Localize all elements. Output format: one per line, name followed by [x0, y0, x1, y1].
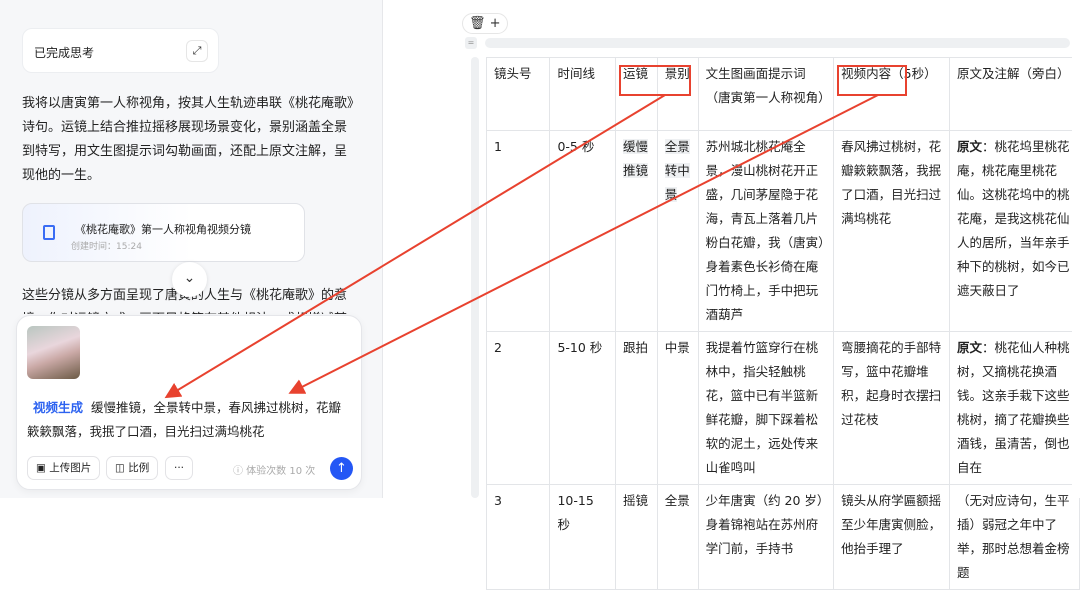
orig-label: 原文	[957, 139, 983, 154]
cell-original: 原文：桃花坞里桃花庵，桃花庵里桃花仙。这桃花坞中的桃花庵，是我这桃花仙人的居所，…	[949, 130, 1080, 332]
uploaded-image-thumbnail[interactable]	[27, 326, 80, 379]
table-header-row: 镜头号 时间线 运镜 景别 文生图画面提示词（唐寅第一人称视角） 视频内容（5秒…	[485, 57, 1080, 131]
cell-time: 10-15 秒	[549, 484, 616, 590]
cell-video: 弯腰摘花的手部特写，篮中花瓣堆积，起身时衣摆扫过花枝	[833, 331, 950, 485]
cell-no: 2	[485, 331, 551, 485]
upload-image-button[interactable]: ▣ 上传图片	[27, 456, 101, 480]
cell-camera: 缓慢推镜	[615, 130, 658, 332]
header-cell: 镜头号	[485, 57, 551, 131]
upload-label: 上传图片	[49, 462, 92, 474]
intro-text: 我将以唐寅第一人称视角，按其人生轨迹串联《桃花庵歌》诗句。运镜上结合推拉摇移展现…	[22, 96, 354, 183]
horizontal-scrollbar[interactable]	[485, 38, 1070, 48]
cell-camera: 摇镜	[615, 484, 658, 590]
cell-video: 镜头从府学匾额摇至少年唐寅侧脸，他抬手理了	[833, 484, 950, 590]
cell-video: 春风拂过桃树，花瓣簌簌飘落，我抿了口酒，目光扫过满坞桃花	[833, 130, 950, 332]
table-row: 1 0-5 秒 缓慢推镜 全景转中景 苏州城北桃花庵全景，漫山桃树花开正盛，几间…	[485, 130, 1080, 332]
thinking-label: 已完成思考	[34, 46, 95, 60]
header-cell: 时间线	[549, 57, 616, 131]
table-clip	[1072, 57, 1080, 498]
file-created: 创建时间：15:24	[71, 242, 142, 252]
cell-time: 0-5 秒	[549, 130, 616, 332]
cell-no: 3	[485, 484, 551, 590]
ratio-icon: ◫	[115, 462, 129, 474]
header-cell: 运镜	[615, 57, 658, 131]
orig-text: （无对应诗句，生平插）弱冠之年中了举，那时总想着金榜题	[957, 493, 1070, 580]
orig-label: 原文	[957, 340, 983, 355]
quota-text: ⓘ 体验次数 10 次	[233, 466, 316, 477]
orig-text: ：桃花仙人种桃树，又摘桃花换酒钱。这亲手栽下这些桃树，摘了花瓣换些酒钱，虽清苦，…	[957, 340, 1070, 475]
chevron-down-icon: ⌄	[183, 270, 196, 286]
camera-text: 缓慢推镜	[623, 139, 649, 178]
arrow-up-icon: ↑	[336, 461, 347, 476]
cell-shot: 中景	[656, 331, 699, 485]
file-card[interactable]: 《桃花庵歌》第一人称视角视频分镜 创建时间：15:24	[22, 203, 305, 262]
prompt-input[interactable]: 视频生成 缓慢推镜，全景转中景，春风拂过桃树，花瓣簌簌飘落，我抿了口酒，目光扫过满…	[27, 396, 352, 444]
cell-original: 原文：桃花仙人种桃树，又摘桃花换酒钱。这亲手栽下这些桃树，摘了花瓣换些酒钱，虽清…	[949, 331, 1080, 485]
plus-icon[interactable]: +	[490, 16, 501, 31]
prompt-input-box[interactable]: 视频生成 缓慢推镜，全景转中景，春风拂过桃树，花瓣簌簌飘落，我抿了口酒，目光扫过满…	[16, 315, 362, 490]
storyboard-table: 镜头号 时间线 运镜 景别 文生图画面提示词（唐寅第一人称视角） 视频内容（5秒…	[485, 57, 1080, 590]
chat-panel: 已完成思考 ⤢ 我将以唐寅第一人称视角，按其人生轨迹串联《桃花庵歌》诗句。运镜上…	[0, 0, 383, 498]
shot-text: 全景转中景	[664, 139, 690, 202]
header-cell: 视频内容（5秒）	[833, 57, 950, 131]
more-button[interactable]: ···	[165, 456, 194, 480]
header-cell: 原文及注解（旁白）	[949, 57, 1080, 131]
header-cell: 景别	[656, 57, 699, 131]
header-cell: 文生图画面提示词（唐寅第一人称视角）	[697, 57, 835, 131]
orig-text: ：桃花坞里桃花庵，桃花庵里桃花仙。这桃花坞中的桃花庵，是我这桃花仙人的居所，当年…	[957, 139, 1070, 298]
table-toolbar: 🗑 +	[462, 13, 508, 34]
image-icon: ▣	[36, 462, 50, 474]
cell-camera: 跟拍	[615, 331, 658, 485]
file-title: 《桃花庵歌》第一人称视角视频分镜	[75, 223, 251, 236]
cell-shot: 全景转中景	[656, 130, 699, 332]
expand-icon[interactable]: ⤢	[186, 40, 208, 62]
table-row: 2 5-10 秒 跟拍 中景 我提着竹篮穿行在桃林中，指尖轻触桃花，篮中已有半篮…	[485, 331, 1080, 485]
scroll-down-button[interactable]: ⌄	[172, 262, 207, 297]
cell-prompt: 我提着竹篮穿行在桃林中，指尖轻触桃花，篮中已有半篮新鲜花瓣，脚下踩着松软的泥土，…	[697, 331, 835, 485]
ratio-button[interactable]: ◫ 比例	[106, 456, 159, 480]
vertical-scrollbar[interactable]	[471, 57, 479, 498]
cell-no: 1	[485, 130, 551, 332]
trash-icon[interactable]: 🗑	[469, 16, 486, 31]
cell-shot: 全景	[656, 484, 699, 590]
document-icon	[43, 225, 55, 240]
send-button[interactable]: ↑	[330, 457, 353, 480]
video-generation-tag[interactable]: 视频生成	[33, 400, 83, 415]
drag-handle[interactable]: =	[465, 37, 477, 49]
cell-prompt: 少年唐寅（约 20 岁）身着锦袍站在苏州府学门前，手持书	[697, 484, 835, 590]
cell-original: （无对应诗句，生平插）弱冠之年中了举，那时总想着金榜题	[949, 484, 1080, 590]
table-row: 3 10-15 秒 摇镜 全景 少年唐寅（约 20 岁）身着锦袍站在苏州府学门前…	[485, 484, 1080, 590]
ratio-label: 比例	[128, 462, 150, 474]
thinking-card[interactable]: 已完成思考 ⤢	[22, 28, 219, 73]
cell-time: 5-10 秒	[549, 331, 616, 485]
cell-prompt: 苏州城北桃花庵全景，漫山桃树花开正盛，几间茅屋隐于花海，青瓦上落着几片粉白花瓣，…	[697, 130, 835, 332]
